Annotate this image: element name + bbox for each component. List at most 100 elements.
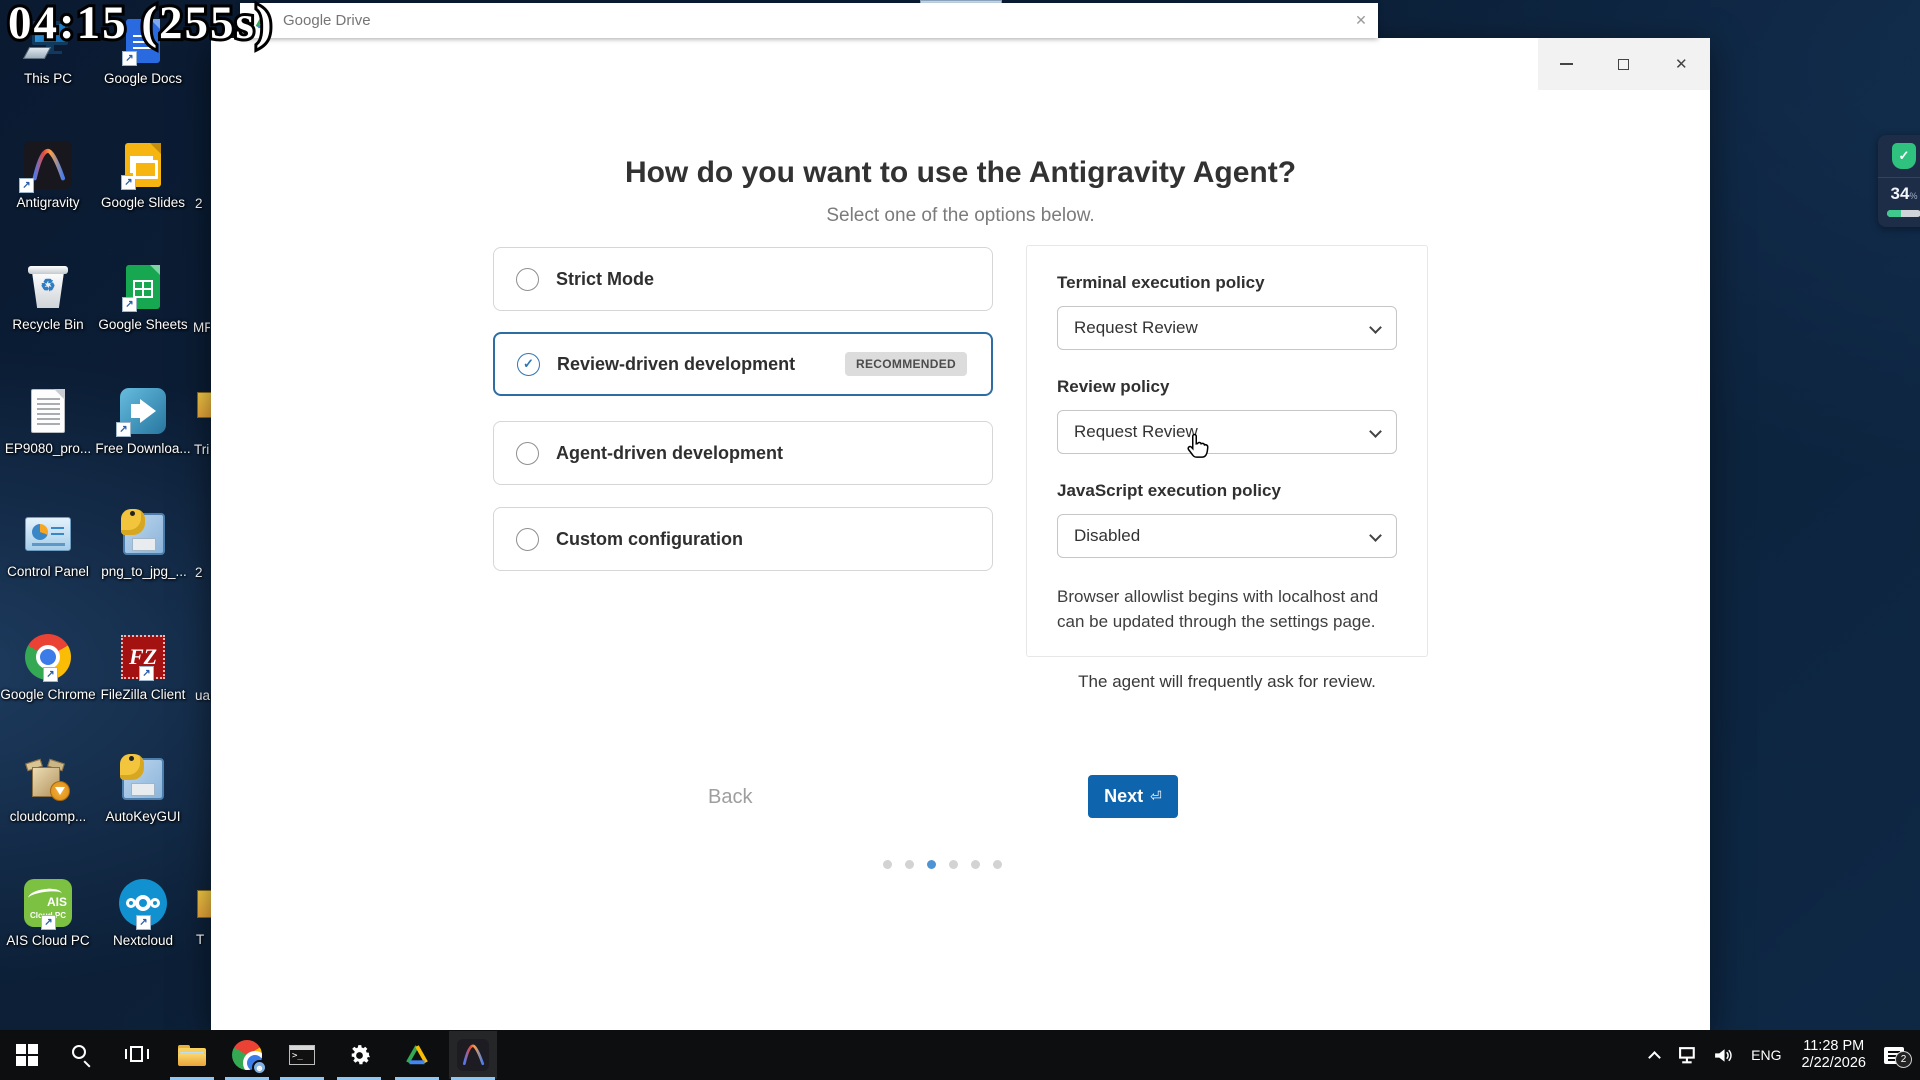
task-view-button[interactable] bbox=[113, 1031, 161, 1079]
clipped-icon-label: Tri bbox=[194, 442, 210, 457]
chrome-profile-badge: ☻ bbox=[252, 1060, 267, 1075]
installer-box-icon bbox=[25, 757, 70, 801]
google-drive-close-icon[interactable]: ✕ bbox=[1344, 12, 1378, 29]
terminal-policy-select[interactable]: Request Review bbox=[1057, 306, 1397, 350]
widget-unit: % bbox=[1909, 191, 1918, 201]
google-sheets-icon: ↗ bbox=[122, 265, 160, 312]
next-button-label: Next bbox=[1104, 786, 1144, 806]
shortcut-arrow-icon: ↗ bbox=[139, 666, 154, 681]
pagination-dot[interactable] bbox=[905, 860, 914, 869]
notification-count-badge: 2 bbox=[1895, 1050, 1912, 1068]
desktop-icon-control-panel[interactable]: Control Panel bbox=[0, 509, 96, 580]
desktop-icon-google-chrome[interactable]: ↗ Google Chrome bbox=[0, 632, 96, 703]
pagination-dot[interactable] bbox=[971, 860, 980, 869]
google-drive-icon bbox=[406, 1045, 428, 1065]
javascript-policy-select[interactable]: Disabled bbox=[1057, 514, 1397, 558]
search-icon bbox=[71, 1044, 93, 1068]
widget-percent: 34 bbox=[1890, 184, 1910, 203]
network-icon[interactable] bbox=[1678, 1046, 1699, 1064]
radio-unselected-icon[interactable] bbox=[516, 441, 539, 465]
review-policy-select[interactable]: Request Review bbox=[1057, 410, 1397, 454]
maximize-button[interactable] bbox=[1595, 38, 1652, 90]
terminal-policy-label: Terminal execution policy bbox=[1057, 273, 1265, 292]
volume-icon[interactable] bbox=[1713, 1047, 1734, 1064]
widget-progress-bar bbox=[1887, 210, 1920, 217]
desktop-icon-ep9080[interactable]: EP9080_pro... bbox=[0, 386, 96, 457]
desktop-icon-filezilla[interactable]: FZ ↗ FileZilla Client bbox=[95, 632, 191, 703]
option-agent-driven[interactable]: Agent-driven development bbox=[493, 421, 993, 485]
text-document-icon bbox=[31, 389, 65, 433]
shortcut-arrow-icon: ↗ bbox=[122, 51, 137, 66]
review-policy-value: Request Review bbox=[1074, 422, 1198, 441]
tray-expand-chevron-icon[interactable] bbox=[1648, 1050, 1662, 1064]
desktop-icon-antigravity[interactable]: ↗ Antigravity bbox=[0, 140, 96, 211]
radio-selected-icon[interactable]: ✓ bbox=[517, 352, 540, 376]
windows-logo-icon bbox=[16, 1044, 38, 1066]
language-indicator[interactable]: ENG bbox=[1751, 1047, 1781, 1063]
terminal-icon: >_ bbox=[289, 1045, 315, 1065]
desktop-icon-cloudcomp[interactable]: cloudcomp... bbox=[0, 754, 96, 825]
clipped-folder-icon bbox=[197, 890, 211, 918]
taskbar-terminal[interactable]: >_ bbox=[278, 1031, 326, 1079]
google-drive-window-title: Google Drive bbox=[283, 12, 371, 29]
google-drive-window-bar[interactable]: Google Drive ✕ bbox=[240, 3, 1378, 38]
radio-unselected-icon[interactable] bbox=[516, 527, 539, 551]
desktop-icon-nextcloud[interactable]: ↗ Nextcloud bbox=[95, 878, 191, 949]
option-custom-configuration[interactable]: Custom configuration bbox=[493, 507, 993, 571]
javascript-policy-label: JavaScript execution policy bbox=[1057, 481, 1281, 500]
desktop-icon-recycle-bin[interactable]: ♻ Recycle Bin bbox=[0, 262, 96, 333]
taskbar-google-drive[interactable] bbox=[393, 1031, 441, 1079]
pagination-dot-active[interactable] bbox=[927, 860, 936, 869]
page-title: How do you want to use the Antigravity A… bbox=[624, 156, 1297, 189]
taskbar-settings[interactable] bbox=[335, 1031, 383, 1079]
desktop-icon-google-slides[interactable]: ↗ Google Slides bbox=[95, 140, 191, 211]
antigravity-icon bbox=[457, 1039, 489, 1071]
shortcut-arrow-icon: ↗ bbox=[43, 667, 58, 682]
desktop-icon-google-sheets[interactable]: ↗ Google Sheets bbox=[95, 262, 191, 333]
taskbar-search-button[interactable] bbox=[58, 1031, 106, 1079]
taskbar: ☻ >_ ENG 11:28 PM 2/22/2026 2 bbox=[0, 1030, 1920, 1080]
option-review-driven[interactable]: ✓ Review-driven development RECOMMENDED bbox=[493, 332, 993, 396]
shortcut-arrow-icon: ↗ bbox=[41, 915, 56, 930]
python-file-icon bbox=[121, 509, 165, 555]
antigravity-icon: ↗ bbox=[19, 141, 72, 193]
task-view-icon bbox=[125, 1046, 149, 1064]
agent-review-note: The agent will frequently ask for review… bbox=[1078, 672, 1376, 691]
python-file-icon bbox=[120, 754, 164, 800]
taskbar-antigravity[interactable] bbox=[449, 1031, 497, 1079]
security-widget[interactable]: ✓ 34% bbox=[1878, 135, 1920, 227]
option-strict-mode[interactable]: Strict Mode bbox=[493, 247, 993, 311]
pagination-dot[interactable] bbox=[949, 860, 958, 869]
policy-panel: Terminal execution policy Request Review… bbox=[1026, 245, 1428, 657]
radio-unselected-icon[interactable] bbox=[516, 267, 539, 291]
pagination-dot[interactable] bbox=[993, 860, 1002, 869]
clipped-icon-label: 2 bbox=[195, 196, 203, 211]
allowlist-note: Browser allowlist begins with localhost … bbox=[1057, 587, 1379, 631]
shortcut-arrow-icon: ↗ bbox=[136, 915, 151, 930]
google-slides-icon: ↗ bbox=[121, 143, 161, 190]
desktop-icon-free-download-manager[interactable]: ↗ Free Downloa... bbox=[95, 386, 191, 457]
taskbar-chrome[interactable]: ☻ bbox=[223, 1031, 271, 1079]
shield-check-icon: ✓ bbox=[1892, 143, 1916, 169]
taskbar-clock[interactable]: 11:28 PM 2/22/2026 bbox=[1801, 1038, 1866, 1072]
window-controls: ✕ bbox=[1538, 38, 1710, 90]
back-button[interactable]: Back bbox=[708, 786, 752, 809]
close-button[interactable]: ✕ bbox=[1653, 38, 1710, 90]
start-button[interactable] bbox=[3, 1031, 51, 1079]
minimize-button[interactable] bbox=[1538, 38, 1595, 90]
next-button[interactable]: Next ⏎ bbox=[1088, 775, 1178, 818]
taskbar-file-explorer[interactable] bbox=[168, 1031, 216, 1079]
control-panel-icon bbox=[25, 517, 71, 551]
notification-center-button[interactable]: 2 bbox=[1884, 1046, 1912, 1068]
desktop-icon-autokeygui[interactable]: AutoKeyGUI bbox=[95, 754, 191, 825]
shortcut-arrow-icon: ↗ bbox=[19, 178, 34, 193]
page-subtitle: Select one of the options below. bbox=[826, 205, 1095, 226]
desktop-icon-png-to-jpg[interactable]: png_to_jpg_... bbox=[89, 509, 199, 580]
desktop-icon-ais-cloud-pc[interactable]: AISCloud PC↗ AIS Cloud PC bbox=[0, 878, 96, 949]
pagination-dot[interactable] bbox=[883, 860, 892, 869]
file-explorer-icon bbox=[178, 1044, 206, 1066]
system-tray: ENG 11:28 PM 2/22/2026 2 bbox=[1642, 1030, 1920, 1080]
pagination-dots bbox=[883, 860, 1002, 869]
enter-key-icon: ⏎ bbox=[1150, 788, 1162, 804]
clipped-icon-label: MF bbox=[193, 320, 210, 335]
